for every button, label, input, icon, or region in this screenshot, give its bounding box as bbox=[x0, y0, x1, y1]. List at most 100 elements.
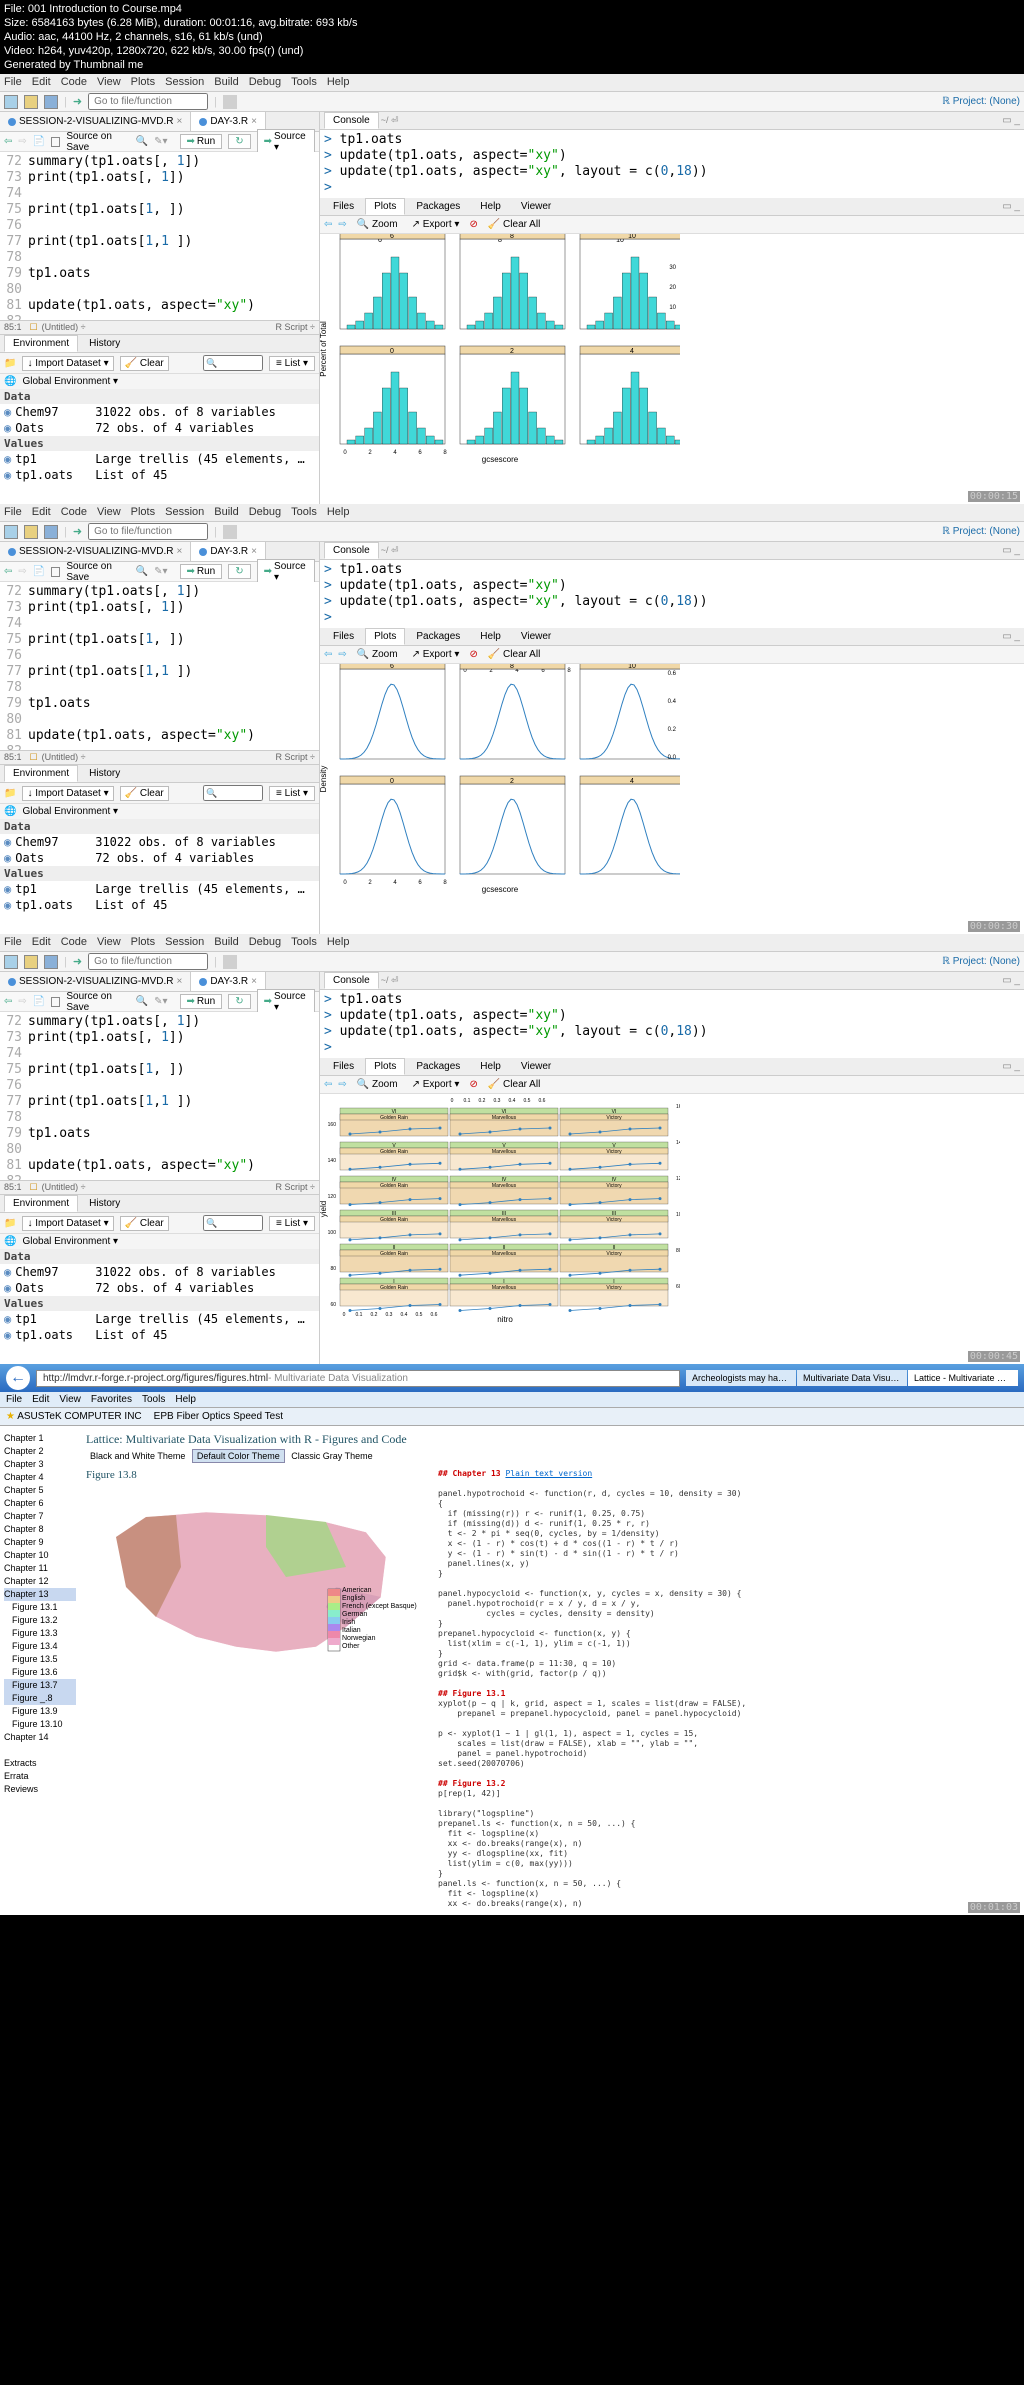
main-toolbar[interactable]: |➜|ℝ Project: (None) bbox=[0, 522, 1024, 542]
delete-plot-icon[interactable]: ⊘ bbox=[469, 1079, 477, 1090]
menubar[interactable]: FileEditCodeViewPlotsSessionBuildDebugTo… bbox=[0, 74, 1024, 92]
project-label[interactable]: ℝ Project: (None) bbox=[942, 96, 1020, 107]
save-icon[interactable] bbox=[44, 525, 58, 539]
addins-icon[interactable] bbox=[223, 525, 237, 539]
env-toolbar[interactable]: 📁↓ Import Dataset ▾🧹 Clear≡ List ▾ bbox=[0, 353, 319, 374]
env-search[interactable] bbox=[203, 1215, 263, 1231]
plot-toolbar[interactable]: ⇦⇨🔍 Zoom↗ Export ▾⊘🧹 Clear All bbox=[320, 1076, 1024, 1094]
open-file-icon[interactable] bbox=[24, 95, 38, 109]
rerun-button[interactable]: ↻ bbox=[228, 134, 250, 149]
back-icon[interactable]: ⇦ bbox=[4, 566, 12, 577]
addins-icon[interactable] bbox=[223, 95, 237, 109]
export-button[interactable]: ↗ Export ▾ bbox=[408, 1078, 464, 1091]
env-body[interactable]: Data◉Chem9731022 obs. of 8 variables◉Oat… bbox=[0, 1249, 319, 1364]
delete-plot-icon[interactable]: ⊘ bbox=[469, 219, 477, 230]
source-on-save-checkbox[interactable] bbox=[51, 997, 60, 1007]
import-button[interactable]: ↓ Import Dataset ▾ bbox=[22, 1216, 113, 1231]
main-toolbar[interactable]: |➜|ℝ Project: (None) bbox=[0, 952, 1024, 972]
goto-input[interactable] bbox=[88, 523, 208, 540]
project-label[interactable]: ℝ Project: (None) bbox=[942, 526, 1020, 537]
zoom-button[interactable]: 🔍 Zoom bbox=[353, 648, 402, 661]
new-file-icon[interactable] bbox=[4, 95, 18, 109]
code-editor[interactable]: 72summary(tp1.oats[, 1])73print(tp1.oats… bbox=[0, 152, 319, 320]
back-icon[interactable]: ⇦ bbox=[4, 136, 12, 147]
back-icon[interactable]: ⇦ bbox=[4, 996, 12, 1007]
import-button[interactable]: ↓ Import Dataset ▾ bbox=[22, 356, 113, 371]
delete-plot-icon[interactable]: ⊘ bbox=[469, 649, 477, 660]
env-search[interactable] bbox=[203, 785, 263, 801]
console-tabs[interactable]: Console~/ ⏎▭ _ bbox=[320, 542, 1024, 560]
rerun-button[interactable]: ↻ bbox=[228, 564, 250, 579]
next-plot-icon[interactable]: ⇨ bbox=[338, 1079, 346, 1090]
env-toolbar[interactable]: 📁↓ Import Dataset ▾🧹 Clear≡ List ▾ bbox=[0, 783, 319, 804]
open-file-icon[interactable] bbox=[24, 525, 38, 539]
source-on-save-checkbox[interactable] bbox=[51, 567, 60, 577]
clear-env-button[interactable]: 🧹 Clear bbox=[120, 356, 169, 371]
next-plot-icon[interactable]: ⇨ bbox=[338, 219, 346, 230]
back-button[interactable]: ← bbox=[6, 1366, 30, 1390]
source-button[interactable]: ➡Source ▾ bbox=[257, 559, 315, 585]
source-on-save-checkbox[interactable] bbox=[51, 137, 60, 147]
zoom-button[interactable]: 🔍 Zoom bbox=[353, 218, 402, 231]
env-tabs[interactable]: EnvironmentHistory bbox=[0, 1195, 319, 1213]
list-view-button[interactable]: ≡ List ▾ bbox=[269, 1216, 315, 1231]
open-file-icon[interactable] bbox=[24, 955, 38, 969]
url-bar[interactable]: http://lmdvr.r-forge.r-project.org/figur… bbox=[36, 1370, 680, 1387]
console[interactable]: > tp1.oats> update(tp1.oats, aspect="xy"… bbox=[320, 560, 1024, 628]
env-tabs[interactable]: EnvironmentHistory bbox=[0, 335, 319, 353]
goto-input[interactable] bbox=[88, 93, 208, 110]
clear-plots-button[interactable]: 🧹 Clear All bbox=[484, 218, 544, 231]
main-toolbar[interactable]: |➜|ℝ Project: (None) bbox=[0, 92, 1024, 112]
code-editor[interactable]: 72summary(tp1.oats[, 1])73print(tp1.oats… bbox=[0, 1012, 319, 1180]
export-button[interactable]: ↗ Export ▾ bbox=[408, 218, 464, 231]
console-tabs[interactable]: Console~/ ⏎▭ _ bbox=[320, 972, 1024, 990]
clear-env-button[interactable]: 🧹 Clear bbox=[120, 786, 169, 801]
clear-plots-button[interactable]: 🧹 Clear All bbox=[484, 648, 544, 661]
editor-toolbar[interactable]: ⇦⇨📄Source on Save🔍✎▾➡Run↻➡Source ▾ bbox=[0, 132, 319, 152]
plot-toolbar[interactable]: ⇦ ⇨ 🔍 Zoom ↗ Export ▾ ⊘ 🧹 Clear All bbox=[320, 216, 1024, 234]
prev-plot-icon[interactable]: ⇦ bbox=[324, 219, 332, 230]
run-button[interactable]: ➡Run bbox=[180, 134, 223, 149]
favorites-bar[interactable]: ★ ASUSTeK COMPUTER INCEPB Fiber Optics S… bbox=[0, 1408, 1024, 1426]
plot-tabs[interactable]: FilesPlotsPackagesHelpViewer▭ _ bbox=[320, 628, 1024, 646]
plot-tabs[interactable]: FilesPlotsPackagesHelpViewer▭ _ bbox=[320, 198, 1024, 216]
editor-toolbar[interactable]: ⇦⇨📄Source on Save🔍✎▾➡Run↻➡Source ▾ bbox=[0, 562, 319, 582]
export-button[interactable]: ↗ Export ▾ bbox=[408, 648, 464, 661]
save-icon[interactable] bbox=[44, 955, 58, 969]
save-icon[interactable] bbox=[44, 95, 58, 109]
browser-tab[interactable]: Multivariate Data Visualization ... bbox=[797, 1370, 907, 1386]
rerun-button[interactable]: ↻ bbox=[228, 994, 250, 1009]
run-button[interactable]: ➡Run bbox=[180, 994, 223, 1009]
import-button[interactable]: ↓ Import Dataset ▾ bbox=[22, 786, 113, 801]
browser-tab[interactable]: Lattice - Multivariate Data V... bbox=[908, 1370, 1018, 1386]
theme-selector[interactable]: Black and White Theme Default Color Them… bbox=[86, 1451, 1018, 1461]
addins-icon[interactable] bbox=[223, 955, 237, 969]
browser-menu[interactable]: FileEditViewFavoritesToolsHelp bbox=[0, 1392, 1024, 1408]
env-toolbar[interactable]: 📁↓ Import Dataset ▾🧹 Clear≡ List ▾ bbox=[0, 1213, 319, 1234]
chapter-sidebar[interactable]: Chapter 1Chapter 2Chapter 3Chapter 4Chap… bbox=[0, 1426, 80, 1915]
clear-env-button[interactable]: 🧹 Clear bbox=[120, 1216, 169, 1231]
goto-input[interactable] bbox=[88, 953, 208, 970]
next-plot-icon[interactable]: ⇨ bbox=[338, 649, 346, 660]
editor-toolbar[interactable]: ⇦⇨📄Source on Save🔍✎▾➡Run↻➡Source ▾ bbox=[0, 992, 319, 1012]
prev-plot-icon[interactable]: ⇦ bbox=[324, 1079, 332, 1090]
menubar[interactable]: FileEditCodeViewPlotsSessionBuildDebugTo… bbox=[0, 504, 1024, 522]
plot-tabs[interactable]: FilesPlotsPackagesHelpViewer▭ _ bbox=[320, 1058, 1024, 1076]
source-button[interactable]: ➡Source ▾ bbox=[257, 129, 315, 155]
env-search[interactable] bbox=[203, 355, 263, 371]
prev-plot-icon[interactable]: ⇦ bbox=[324, 649, 332, 660]
plot-toolbar[interactable]: ⇦ ⇨ 🔍 Zoom ↗ Export ▾ ⊘ 🧹 Clear All bbox=[320, 646, 1024, 664]
menubar[interactable]: FileEditCodeViewPlotsSessionBuildDebugTo… bbox=[0, 934, 1024, 952]
new-file-icon[interactable] bbox=[4, 525, 18, 539]
env-body[interactable]: Data◉Chem9731022 obs. of 8 variables◉Oat… bbox=[0, 389, 319, 504]
source-button[interactable]: ➡Source ▾ bbox=[257, 989, 315, 1015]
new-file-icon[interactable] bbox=[4, 955, 18, 969]
browser-tab[interactable]: Archeologists may have solved... bbox=[686, 1370, 796, 1386]
console[interactable]: > tp1.oats> update(tp1.oats, aspect="xy"… bbox=[320, 130, 1024, 198]
list-view-button[interactable]: ≡ List ▾ bbox=[269, 786, 315, 801]
zoom-button[interactable]: 🔍 Zoom bbox=[353, 1078, 402, 1091]
code-editor[interactable]: 72summary(tp1.oats[, 1])73print(tp1.oats… bbox=[0, 582, 319, 750]
env-tabs[interactable]: EnvironmentHistory bbox=[0, 765, 319, 783]
project-label[interactable]: ℝ Project: (None) bbox=[942, 956, 1020, 967]
console-tabs[interactable]: Console~/ ⏎▭ _ bbox=[320, 112, 1024, 130]
